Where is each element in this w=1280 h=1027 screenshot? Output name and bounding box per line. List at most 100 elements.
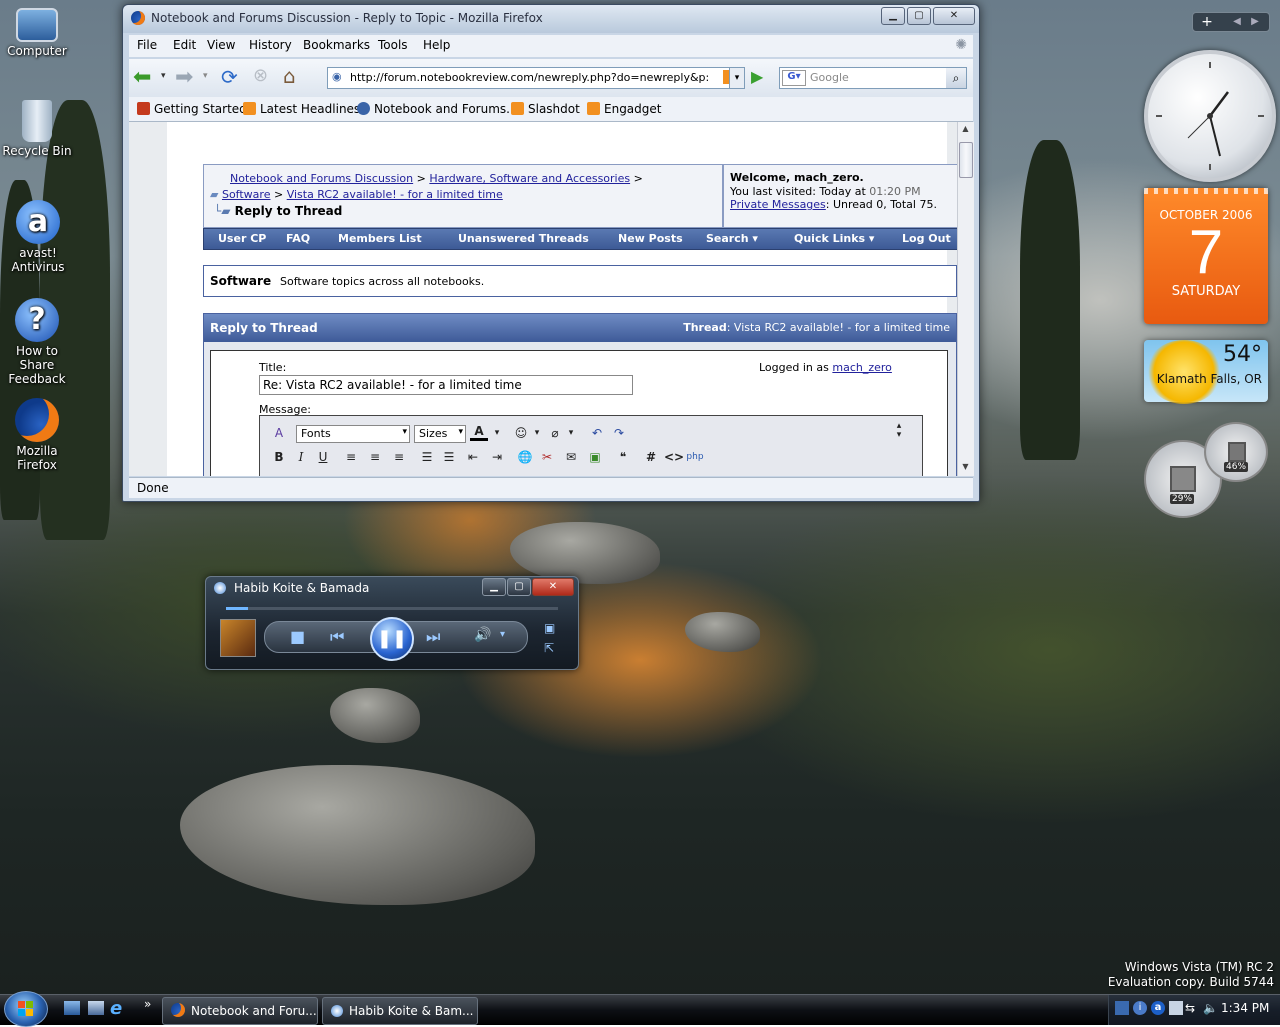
- chevron-down-icon[interactable]: ▾: [528, 424, 546, 442]
- bookmark-latest-headlines[interactable]: Latest Headlines: [243, 102, 360, 116]
- stop-icon[interactable]: ⊗: [253, 65, 268, 86]
- search-icon[interactable]: ⌕: [946, 68, 966, 88]
- nav-quick-links[interactable]: Quick Links ▾: [794, 232, 874, 245]
- taskbar-task-media-player[interactable]: Habib Koite & Bam...: [322, 997, 478, 1025]
- resize-toggle-icon[interactable]: ▴ ▾: [890, 422, 908, 440]
- quote-icon[interactable]: ❝: [614, 448, 632, 466]
- bold-icon[interactable]: B: [270, 448, 288, 466]
- quick-launch-overflow-icon[interactable]: »: [144, 997, 151, 1011]
- firefox-window[interactable]: Notebook and Forums Discussion - Reply t…: [122, 4, 980, 502]
- nav-new-posts[interactable]: New Posts: [618, 232, 683, 245]
- desktop-icon-recycle-bin[interactable]: Recycle Bin: [0, 100, 74, 158]
- back-arrow-icon[interactable]: ⬅: [133, 65, 151, 90]
- size-select[interactable]: Sizes ▾: [414, 425, 466, 443]
- bookmark-getting-started[interactable]: Getting Started: [137, 102, 247, 116]
- restore-player-icon[interactable]: ⇱: [544, 641, 554, 655]
- volume-dropdown-icon[interactable]: ▾: [500, 629, 505, 640]
- back-dropdown-icon[interactable]: ▾: [161, 71, 166, 81]
- notebook-tray-icon[interactable]: [1169, 1001, 1183, 1015]
- menu-history[interactable]: History: [249, 38, 292, 52]
- taskbar-task-firefox[interactable]: Notebook and Foru...: [162, 997, 318, 1025]
- html-code-icon[interactable]: <>: [664, 448, 684, 466]
- desktop-icon-firefox[interactable]: Mozilla Firefox: [0, 398, 74, 472]
- clock-gadget[interactable]: [1144, 50, 1276, 182]
- redo-icon[interactable]: ↷: [610, 424, 628, 442]
- volume-icon[interactable]: 🔊: [474, 627, 491, 643]
- align-left-icon[interactable]: ≡: [342, 448, 360, 466]
- home-icon[interactable]: ⌂: [283, 64, 296, 88]
- nav-user-cp[interactable]: User CP: [218, 232, 266, 245]
- menu-file[interactable]: File: [137, 38, 157, 52]
- menu-tools[interactable]: Tools: [378, 38, 408, 52]
- private-messages-link[interactable]: Private Messages: [730, 198, 826, 211]
- wmp-maximize-button[interactable]: ▢: [507, 578, 531, 596]
- menu-edit[interactable]: Edit: [173, 38, 196, 52]
- wmp-close-button[interactable]: ✕: [532, 578, 574, 596]
- avast-tray-icon[interactable]: a: [1151, 1001, 1165, 1015]
- scroll-up-icon[interactable]: ▲: [959, 124, 972, 136]
- search-bar[interactable]: G▾ Google ⌕: [779, 67, 967, 89]
- seek-bar[interactable]: [226, 607, 558, 610]
- breadcrumb-link-software[interactable]: Software: [222, 188, 271, 201]
- outdent-icon[interactable]: ⇤: [464, 448, 482, 466]
- logged-in-user-link[interactable]: mach_zero: [832, 361, 892, 374]
- bookmark-notebook-forums[interactable]: Notebook and Forums...: [357, 102, 518, 116]
- bookmark-engadget[interactable]: Engadget: [587, 102, 661, 116]
- menu-bookmarks[interactable]: Bookmarks: [303, 38, 370, 52]
- unordered-list-icon[interactable]: ☰: [440, 448, 458, 466]
- start-button[interactable]: [4, 991, 48, 1027]
- title-input[interactable]: Re: Vista RC2 available! - for a limited…: [259, 375, 633, 395]
- code-hash-icon[interactable]: #: [642, 448, 660, 466]
- prev-page-icon[interactable]: ◀: [1229, 13, 1245, 31]
- forward-arrow-icon[interactable]: ➡: [175, 65, 193, 90]
- clock-time[interactable]: 1:34 PM: [1221, 1001, 1269, 1015]
- breadcrumb-link-hardware[interactable]: Hardware, Software and Accessories: [429, 172, 630, 185]
- weather-gadget[interactable]: 54° Klamath Falls, OR: [1144, 340, 1268, 404]
- pause-button[interactable]: ❚❚: [370, 617, 414, 661]
- google-engine-icon[interactable]: G▾: [782, 70, 806, 86]
- url-bar[interactable]: ◉ http://forum.notebookreview.com/newrep…: [327, 67, 741, 89]
- php-code-icon[interactable]: php: [686, 448, 704, 466]
- format-icon[interactable]: A: [270, 424, 288, 442]
- forward-dropdown-icon[interactable]: ▾: [203, 71, 208, 81]
- desktop-icon-computer[interactable]: Computer: [0, 4, 74, 58]
- scroll-thumb[interactable]: [959, 142, 973, 178]
- align-right-icon[interactable]: ≡: [390, 448, 408, 466]
- switch-windows-icon[interactable]: [88, 1001, 104, 1015]
- italic-icon[interactable]: I: [292, 448, 310, 466]
- next-page-icon[interactable]: ▶: [1247, 13, 1263, 31]
- text-color-icon[interactable]: A: [470, 424, 488, 441]
- breadcrumb-link-thread[interactable]: Vista RC2 available! - for a limited tim…: [287, 188, 503, 201]
- internet-explorer-icon[interactable]: e: [110, 998, 122, 1019]
- insert-email-icon[interactable]: ✉: [562, 448, 580, 466]
- firefox-titlebar[interactable]: Notebook and Forums Discussion - Reply t…: [123, 5, 979, 33]
- desktop-icon-avast[interactable]: a avast! Antivirus: [0, 200, 76, 274]
- media-player-window[interactable]: Habib Koite & Bamada ▁ ▢ ✕ ■ ⏮ ❚❚ ⏭ 🔊 ▾ …: [205, 576, 579, 670]
- insert-link-icon[interactable]: 🌐: [516, 448, 534, 466]
- scroll-down-icon[interactable]: ▼: [959, 462, 972, 474]
- nav-faq[interactable]: FAQ: [286, 232, 310, 245]
- add-gadget-icon[interactable]: +: [1197, 13, 1217, 31]
- wmp-minimize-button[interactable]: ▁: [482, 578, 506, 596]
- language-bar-icon[interactable]: [1115, 1001, 1129, 1015]
- remove-link-icon[interactable]: ✂: [538, 448, 556, 466]
- network-icon[interactable]: ⇆: [1185, 1001, 1195, 1015]
- underline-icon[interactable]: U: [314, 448, 332, 466]
- url-dropdown-icon[interactable]: ▾: [729, 67, 745, 89]
- nav-search[interactable]: Search ▾: [706, 232, 758, 245]
- chevron-down-icon[interactable]: ▾: [488, 424, 506, 442]
- info-tray-icon[interactable]: i: [1133, 1001, 1147, 1015]
- ordered-list-icon[interactable]: ☰: [418, 448, 436, 466]
- insert-image-icon[interactable]: ▣: [586, 448, 604, 466]
- next-track-button[interactable]: ⏭: [426, 627, 440, 647]
- menu-view[interactable]: View: [207, 38, 235, 52]
- close-button[interactable]: ✕: [933, 7, 975, 25]
- stop-button[interactable]: ■: [290, 627, 305, 646]
- memory-gauge[interactable]: 46%: [1204, 422, 1268, 482]
- volume-tray-icon[interactable]: 🔈: [1203, 1001, 1218, 1015]
- chevron-down-icon[interactable]: ▾: [562, 424, 580, 442]
- nav-members-list[interactable]: Members List: [338, 232, 422, 245]
- nav-unanswered-threads[interactable]: Unanswered Threads: [458, 232, 589, 245]
- breadcrumb-link-forum[interactable]: Notebook and Forums Discussion: [230, 172, 413, 185]
- bookmark-slashdot[interactable]: Slashdot: [511, 102, 580, 116]
